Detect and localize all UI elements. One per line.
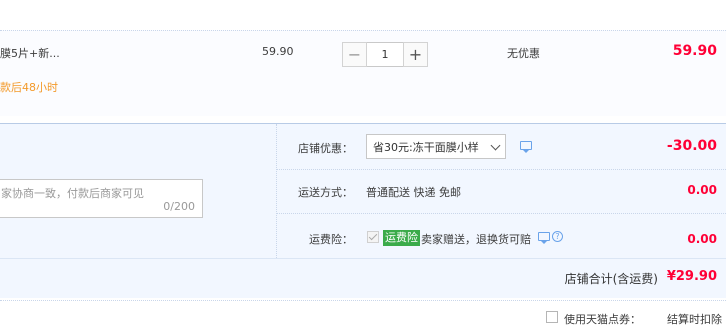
chat-icon[interactable] (520, 141, 532, 153)
order-options-panel: 家协商一致，付款后商家可见 0/200 店铺优惠： 省30元:冻干面膜小样 -3… (0, 123, 726, 298)
shipping-amount: 0.00 (687, 183, 717, 197)
tmall-points-checkbox[interactable] (546, 311, 558, 323)
divider (276, 124, 277, 258)
quantity-stepper: − 1 + (342, 42, 428, 67)
tmall-points-label: 使用天猫点券： (564, 313, 641, 326)
shop-discount-label: 店铺优惠： (298, 142, 353, 155)
increase-quantity-button[interactable]: + (403, 42, 428, 67)
freight-insurance-description: 卖家赠送，退换货可赔 (421, 233, 531, 246)
unit-price: 59.90 (262, 45, 294, 58)
freight-insurance-checkbox[interactable] (367, 231, 379, 243)
shipping-method-label: 运送方式： (298, 186, 353, 199)
chat-icon[interactable] (538, 232, 550, 244)
divider (277, 169, 726, 170)
freight-insurance-badge: 运费险 (383, 230, 420, 246)
divider (0, 300, 726, 301)
freight-insurance-amount: 0.00 (687, 232, 717, 246)
shipping-method-value: 普通配送 快递 免邮 (366, 186, 461, 199)
help-icon[interactable]: ? (552, 231, 563, 242)
cart-item-row: 膜5片+新... 款后48小时 59.90 − 1 + 无优惠 59.90 (0, 30, 726, 116)
shop-total-amount: ¥29.90 (666, 269, 717, 284)
memo-char-count: 0/200 (163, 200, 195, 213)
chevron-down-icon (490, 140, 501, 151)
quantity-input[interactable]: 1 (367, 42, 403, 67)
tmall-points-note: 结算时扣除 (667, 313, 722, 326)
shop-discount-amount: -30.00 (666, 138, 717, 154)
divider (277, 213, 726, 214)
shop-discount-selected: 省30元:冻干面膜小样 (373, 140, 479, 154)
buyer-memo-field[interactable]: 家协商一致，付款后商家可见 0/200 (0, 179, 203, 218)
shop-total-label: 店铺合计(含运费) (564, 272, 658, 286)
shop-discount-select[interactable]: 省30元:冻干面膜小样 (366, 134, 506, 159)
shipping-promise: 款后48小时 (0, 81, 58, 94)
decrease-quantity-button[interactable]: − (342, 42, 367, 67)
item-promotion: 无优惠 (507, 47, 540, 60)
item-title[interactable]: 膜5片+新... (0, 45, 60, 61)
divider (0, 258, 726, 259)
item-subtotal: 59.90 (672, 43, 717, 59)
freight-insurance-label: 运费险： (309, 233, 353, 246)
memo-placeholder: 家协商一致，付款后商家可见 (1, 187, 144, 200)
